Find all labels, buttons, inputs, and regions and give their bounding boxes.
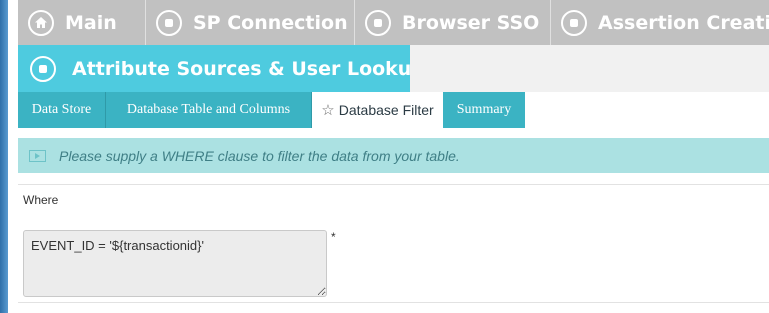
divider — [18, 184, 769, 185]
circle-step-icon — [365, 9, 391, 36]
circle-step-icon — [156, 9, 182, 36]
window-left-edge — [0, 0, 8, 313]
subtab-data-store[interactable]: Data Store — [18, 92, 106, 128]
where-clause-field[interactable]: EVENT_ID = '${transactionid}' — [23, 230, 327, 297]
info-play-icon — [29, 149, 46, 162]
subtab-database-table-columns[interactable]: Database Table and Columns — [106, 92, 312, 128]
required-indicator: * — [331, 230, 336, 244]
tab-assertion-creation-label: Assertion Creation — [598, 11, 769, 34]
wizard-tabs: Main SP Connection Browser SSO Assertion… — [18, 0, 769, 45]
info-text: Please supply a WHERE clause to filter t… — [59, 147, 460, 164]
divider — [18, 302, 769, 303]
subtab-label: Summary — [456, 102, 512, 117]
subtab-database-filter[interactable]: ☆ Database Filter — [312, 92, 443, 128]
where-label: Where — [23, 193, 59, 207]
sub-tabs: Data Store Database Table and Columns ☆ … — [18, 92, 525, 128]
circle-step-icon — [30, 55, 56, 82]
tab-assertion-creation[interactable]: Assertion Creation — [551, 0, 769, 45]
tab-sp-connection[interactable]: SP Connection — [146, 0, 355, 45]
subtab-label: Database Filter — [338, 102, 434, 118]
subtab-summary[interactable]: Summary — [443, 92, 525, 128]
tab-browser-sso-label: Browser SSO — [402, 11, 540, 34]
active-step-tab[interactable]: Attribute Sources & User Lookup — [18, 45, 425, 92]
star-icon: ☆ — [321, 102, 335, 119]
home-icon — [28, 9, 54, 36]
circle-step-icon — [561, 9, 587, 36]
info-message: Please supply a WHERE clause to filter t… — [18, 138, 769, 173]
tab-browser-sso[interactable]: Browser SSO — [355, 0, 551, 45]
tab-main-label: Main — [65, 11, 117, 34]
active-step-label: Attribute Sources & User Lookup — [72, 57, 425, 80]
tab-main[interactable]: Main — [18, 0, 146, 45]
step-bar-background — [410, 45, 769, 92]
subtab-label: Database Table and Columns — [126, 102, 291, 117]
tab-sp-connection-label: SP Connection — [193, 11, 348, 34]
subtab-label: Data Store — [31, 102, 92, 117]
